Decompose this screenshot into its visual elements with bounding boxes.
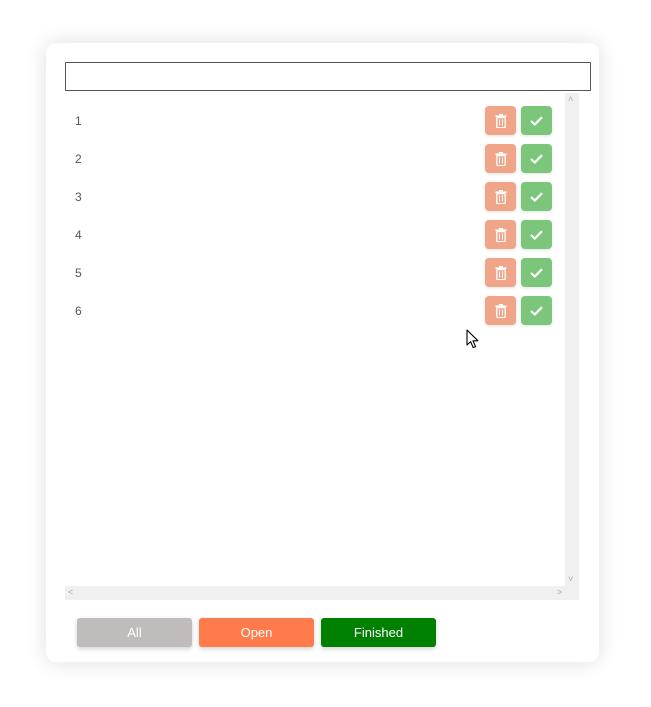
vertical-scrollbar[interactable]: ˄ ˅ (565, 93, 579, 586)
scroll-up-icon[interactable]: ˄ (568, 95, 573, 104)
todo-label: 3 (75, 190, 82, 204)
delete-button[interactable] (485, 220, 516, 249)
complete-button[interactable] (521, 106, 552, 135)
todo-item: 4 (65, 220, 554, 250)
delete-button[interactable] (485, 258, 516, 287)
new-todo-input[interactable] (65, 62, 591, 91)
todo-card: 1 2 3 4 5 6 ˄ ˅ ˂ ˃ All Open Finished (46, 43, 599, 662)
filter-finished-button[interactable]: Finished (321, 618, 436, 647)
complete-button[interactable] (521, 182, 552, 211)
mouse-cursor-icon (466, 329, 479, 349)
todo-item: 5 (65, 258, 554, 288)
complete-button[interactable] (521, 296, 552, 325)
filter-all-button[interactable]: All (77, 618, 192, 647)
todo-list: 1 2 3 4 5 6 (65, 93, 565, 586)
todo-label: 4 (75, 228, 82, 242)
todo-label: 1 (75, 114, 82, 128)
scroll-down-icon[interactable]: ˅ (568, 575, 573, 584)
trash-icon (495, 151, 506, 166)
todo-item: 2 (65, 144, 554, 174)
filter-open-button[interactable]: Open (199, 618, 314, 647)
todo-item: 6 (65, 296, 554, 326)
complete-button[interactable] (521, 144, 552, 173)
trash-icon (495, 227, 506, 242)
delete-button[interactable] (485, 296, 516, 325)
todo-label: 5 (75, 266, 82, 280)
todo-label: 6 (75, 304, 82, 318)
check-icon (530, 115, 543, 126)
trash-icon (495, 189, 506, 204)
complete-button[interactable] (521, 220, 552, 249)
scrollbar-corner (565, 586, 579, 600)
check-icon (530, 153, 543, 164)
todo-label: 2 (75, 152, 82, 166)
delete-button[interactable] (485, 182, 516, 211)
trash-icon (495, 303, 506, 318)
todo-item: 1 (65, 106, 554, 136)
check-icon (530, 191, 543, 202)
check-icon (530, 305, 543, 316)
scroll-right-icon[interactable]: ˃ (557, 588, 562, 597)
scroll-left-icon[interactable]: ˂ (68, 588, 73, 597)
trash-icon (495, 265, 506, 280)
todo-item: 3 (65, 182, 554, 212)
check-icon (530, 229, 543, 240)
trash-icon (495, 113, 506, 128)
delete-button[interactable] (485, 144, 516, 173)
complete-button[interactable] (521, 258, 552, 287)
horizontal-scrollbar[interactable]: ˂ ˃ (65, 586, 565, 600)
delete-button[interactable] (485, 106, 516, 135)
check-icon (530, 267, 543, 278)
